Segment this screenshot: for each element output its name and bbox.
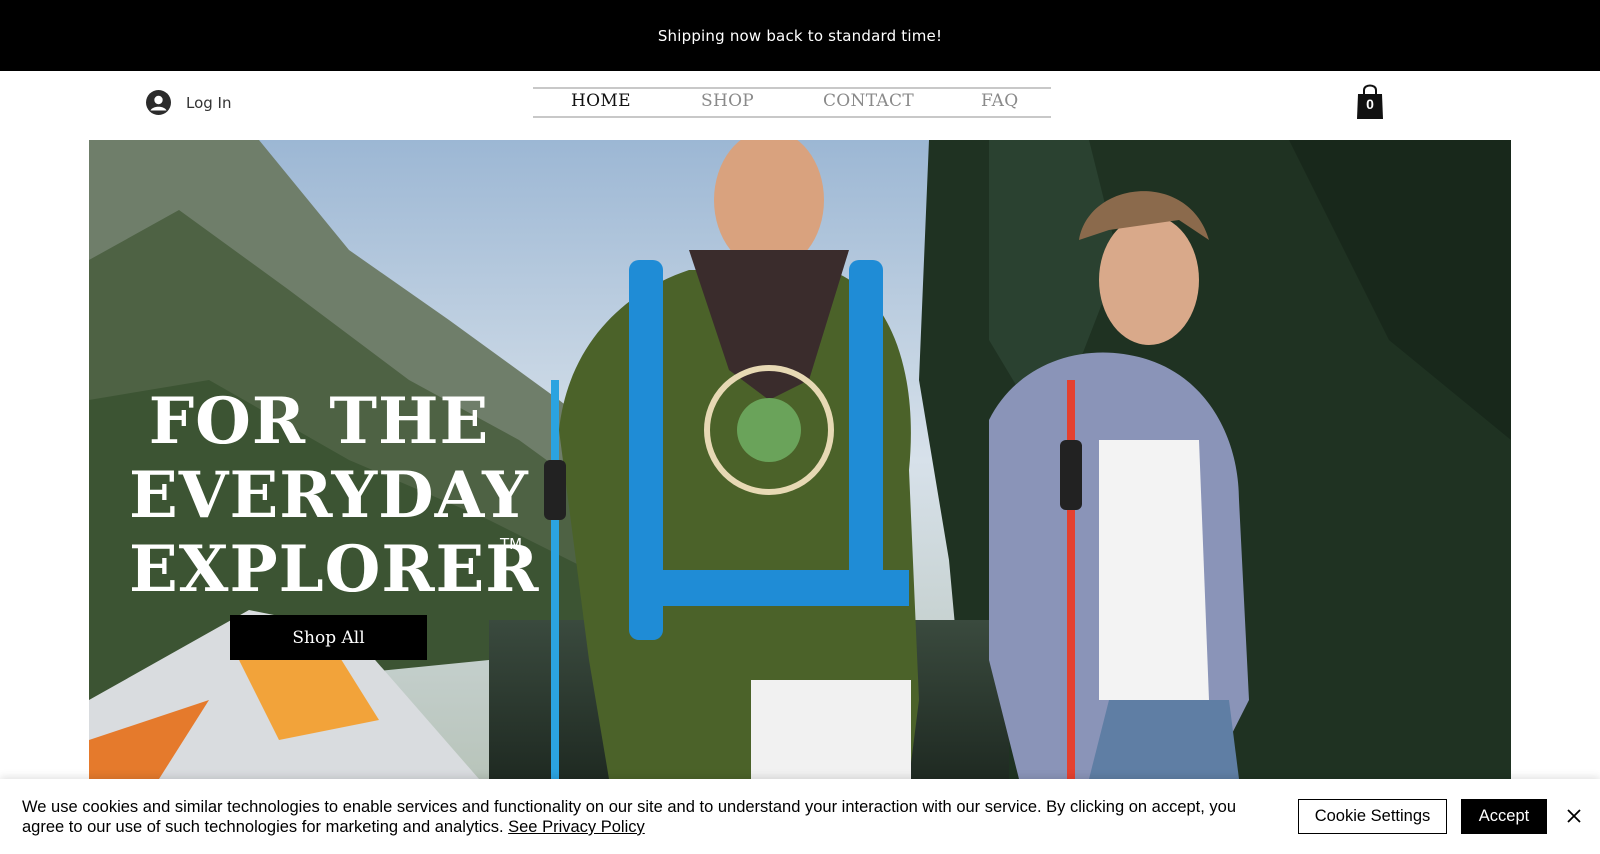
hero-title-line-3: EXPLORER <box>129 532 540 607</box>
login-label: Log In <box>186 93 232 112</box>
nav-contact[interactable]: CONTACT <box>823 91 914 111</box>
close-icon[interactable] <box>1564 806 1584 826</box>
hero-title-line-2: EVERYDAY <box>129 458 529 533</box>
nav-home[interactable]: HOME <box>571 91 631 111</box>
nav-shop[interactable]: SHOP <box>701 91 754 111</box>
accept-button[interactable]: Accept <box>1461 799 1547 834</box>
announcement-bar: Shipping now back to standard time! <box>0 0 1600 71</box>
cookie-text: We use cookies and similar technologies … <box>22 797 1252 837</box>
cookie-settings-button[interactable]: Cookie Settings <box>1298 799 1447 834</box>
site-header: Log In HOME SHOP CONTACT FAQ 0 <box>0 71 1600 139</box>
shop-all-button[interactable]: Shop All <box>230 615 427 660</box>
hero-title-line-1: FOR THE <box>148 384 490 459</box>
hero-banner: FOR THE EVERYDAY EXPLORER TM Shop All <box>89 140 1511 779</box>
cookie-banner: We use cookies and similar technologies … <box>0 779 1600 854</box>
user-avatar-icon <box>146 90 171 115</box>
announcement-text: Shipping now back to standard time! <box>657 26 943 45</box>
main-nav: HOME SHOP CONTACT FAQ <box>533 87 1051 118</box>
hero-title: FOR THE EVERYDAY EXPLORER <box>129 384 540 607</box>
privacy-policy-link[interactable]: See Privacy Policy <box>508 818 645 836</box>
trademark-mark: TM <box>500 535 523 553</box>
nav-faq[interactable]: FAQ <box>981 91 1018 111</box>
login-button[interactable]: Log In <box>146 90 232 115</box>
cart-button[interactable]: 0 <box>1355 82 1385 120</box>
cart-count: 0 <box>1366 96 1374 112</box>
